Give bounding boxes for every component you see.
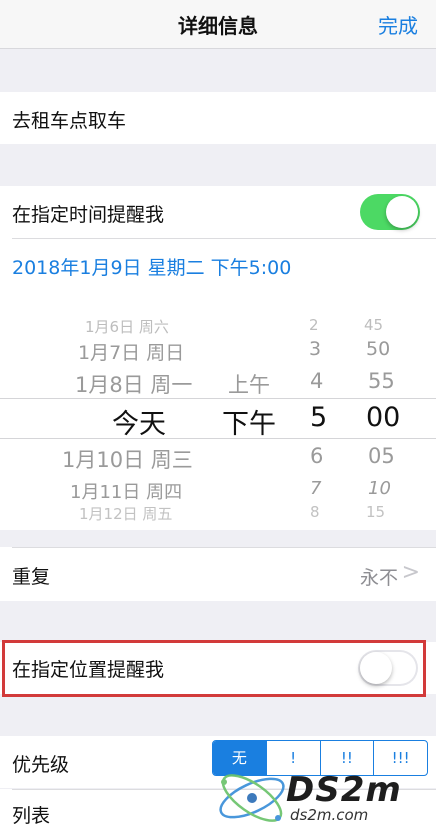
divider [12,238,436,239]
picker-day-option[interactable]: 1月10日 周三 [62,444,193,474]
picker-hour-option[interactable]: 7 [310,478,321,499]
picker-day-option[interactable]: 1月11日 周四 [70,478,182,504]
picker-hour-option[interactable]: 3 [309,338,321,360]
priority-label: 优先级 [12,754,70,776]
repeat-label: 重复 [12,566,51,588]
remind-location-cell: 在指定位置提醒我 [0,642,436,694]
remind-time-toggle[interactable] [360,194,420,230]
repeat-value: 永不 [359,567,398,589]
list-label: 列表 [12,805,51,827]
selected-date-text[interactable]: 2018年1月9日 星期二 下午5:00 [12,253,291,280]
toggle-knob [386,196,418,228]
watermark-url: ds2m.com [290,806,369,824]
picker-selection-top-line [0,398,436,399]
picker-selection-bottom-line [0,438,436,439]
remind-location-label: 在指定位置提醒我 [12,659,165,681]
remind-location-toggle[interactable] [358,650,418,686]
picker-ampm-selected[interactable]: 下午 [222,402,276,441]
picker-hour-option[interactable]: 6 [310,444,323,468]
picker-day-option[interactable]: 1月7日 周日 [78,338,184,365]
picker-minute-option[interactable]: 50 [366,338,390,360]
done-button[interactable]: 完成 [378,10,418,39]
chevron-right-icon: > [401,560,420,585]
remind-time-section: 在指定时间提醒我 2018年1月9日 星期二 下午5:00 [0,186,436,290]
watermark-logo: DS2m [286,770,402,810]
picker-hour-option[interactable]: 8 [310,503,320,521]
picker-day-selected[interactable]: 今天 [112,402,166,441]
picker-minute-option[interactable]: 45 [364,316,383,334]
page-title: 详细信息 [178,14,258,38]
picker-day-option[interactable]: 1月8日 周一 [75,369,192,399]
task-title-cell[interactable]: 去租车点取车 [0,92,436,144]
picker-hour-option[interactable]: 2 [309,316,319,334]
picker-minute-selected[interactable]: 00 [366,402,400,433]
picker-day-option[interactable]: 1月12日 周五 [79,503,172,524]
picker-minute-option[interactable]: 55 [368,369,395,393]
picker-minute-option[interactable]: 10 [368,478,391,499]
picker-day-option[interactable]: 1月6日 周六 [85,316,169,337]
task-title[interactable]: 去租车点取车 [12,106,126,133]
divider [12,547,436,548]
picker-hour-option[interactable]: 4 [310,369,323,393]
repeat-cell[interactable]: 重复 永不 > [0,547,436,601]
picker-ampm-option[interactable]: 上午 [228,369,270,399]
navigation-bar: 详细信息 完成 [0,0,436,49]
toggle-knob [360,652,392,684]
remind-time-label: 在指定时间提醒我 [12,204,165,226]
picker-minute-option[interactable]: 05 [368,444,395,468]
picker-hour-selected[interactable]: 5 [310,402,327,433]
picker-minute-option[interactable]: 15 [366,503,385,521]
date-time-picker[interactable]: 1月6日 周六 1月7日 周日 1月8日 周一 今天 1月10日 周三 1月11… [0,290,436,530]
